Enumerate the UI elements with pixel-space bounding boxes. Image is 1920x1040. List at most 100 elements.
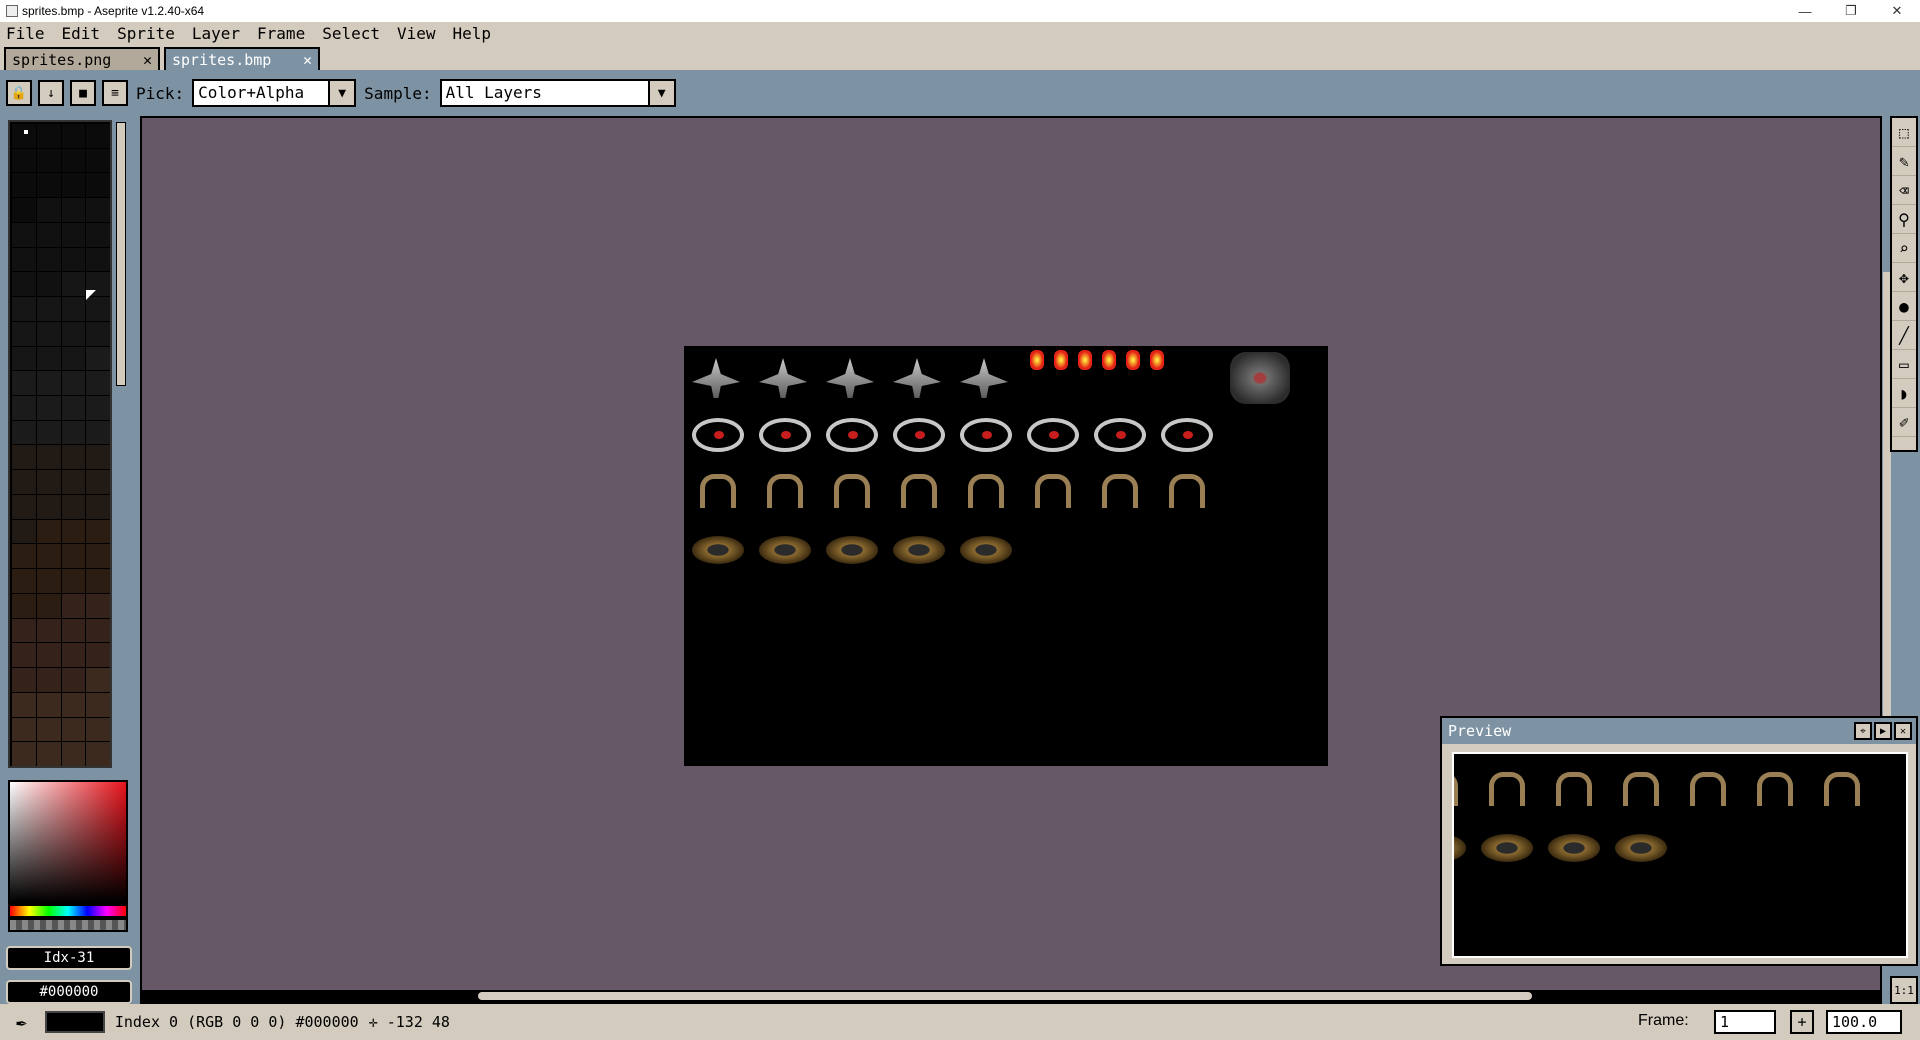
zoom-icon[interactable]: ⌕ — [1892, 234, 1916, 263]
pencil-icon[interactable]: ✎ — [1892, 147, 1916, 176]
menu-sprite[interactable]: Sprite — [117, 24, 175, 43]
menu-view[interactable]: View — [397, 24, 436, 43]
palette-swatch[interactable] — [61, 321, 86, 346]
palette-panel[interactable] — [8, 120, 112, 768]
palette-swatch[interactable] — [86, 692, 110, 717]
palette-swatch[interactable] — [86, 593, 110, 618]
palette-swatch[interactable] — [86, 618, 110, 643]
palette-swatch[interactable] — [36, 371, 61, 395]
palette-swatch[interactable] — [36, 247, 61, 272]
tab-close-icon[interactable]: ✕ — [143, 51, 152, 69]
palette-swatch[interactable] — [36, 272, 61, 297]
palette-swatch[interactable] — [86, 519, 110, 544]
palette-swatch[interactable] — [86, 420, 110, 445]
palette-swatch[interactable] — [61, 519, 86, 544]
palette-swatch[interactable] — [12, 395, 36, 420]
palette-swatch[interactable] — [61, 148, 86, 173]
square-icon[interactable]: ■ — [70, 80, 96, 106]
color-spectrum[interactable] — [8, 780, 128, 904]
palette-swatch[interactable] — [12, 148, 36, 173]
alpha-slider[interactable] — [8, 918, 128, 932]
chevron-down-icon[interactable]: ▼ — [328, 81, 355, 105]
palette-swatch[interactable] — [86, 247, 110, 272]
add-frame-button[interactable]: + — [1790, 1010, 1814, 1034]
eyedropper-icon[interactable]: ⚲ — [1892, 205, 1916, 234]
maximize-button[interactable]: ❐ — [1828, 0, 1874, 22]
palette-swatch[interactable] — [86, 544, 110, 569]
palette-swatch[interactable] — [61, 494, 86, 519]
palette-swatch[interactable] — [36, 445, 61, 470]
palette-swatch[interactable] — [61, 742, 86, 766]
palette-swatch[interactable] — [86, 717, 110, 742]
palette-swatch[interactable] — [61, 371, 86, 395]
palette-swatch[interactable] — [36, 420, 61, 445]
palette-swatch[interactable] — [12, 470, 36, 494]
palette-grid[interactable] — [12, 124, 110, 766]
menu-help[interactable]: Help — [453, 24, 492, 43]
menu-layer[interactable]: Layer — [192, 24, 240, 43]
center-icon[interactable]: ⌖ — [1854, 722, 1872, 740]
tab-close-icon[interactable]: ✕ — [303, 51, 312, 69]
menu-file[interactable]: File — [6, 24, 45, 43]
palette-swatch[interactable] — [12, 420, 36, 445]
sample-dropdown[interactable]: All Layers ▼ — [439, 79, 676, 107]
palette-swatch[interactable] — [86, 346, 110, 371]
palette-swatch[interactable] — [36, 668, 61, 692]
palette-swatch[interactable] — [36, 124, 61, 148]
palette-swatch[interactable] — [86, 395, 110, 420]
menu-edit[interactable]: Edit — [62, 24, 101, 43]
tab-sprites-png[interactable]: sprites.png ✕ — [4, 47, 160, 70]
palette-swatch[interactable] — [36, 643, 61, 668]
preview-header[interactable]: Preview ⌖ ▶ ✕ — [1442, 718, 1916, 744]
zoom-input[interactable]: 100.0 — [1826, 1010, 1902, 1034]
editor-horizontal-scrollbar[interactable] — [140, 990, 1882, 1002]
minimize-button[interactable]: — — [1782, 0, 1828, 22]
palette-swatch[interactable] — [36, 173, 61, 198]
lock-icon[interactable]: 🔒 — [6, 80, 32, 106]
current-color-swatch[interactable] — [44, 1011, 105, 1033]
palette-swatch[interactable] — [36, 470, 61, 494]
palette-swatch[interactable] — [86, 173, 110, 198]
palette-swatch[interactable] — [12, 618, 36, 643]
palette-swatch[interactable] — [12, 445, 36, 470]
palette-swatch[interactable] — [36, 297, 61, 321]
palette-swatch[interactable] — [36, 148, 61, 173]
preview-viewport[interactable] — [1452, 752, 1908, 958]
scrollbar-thumb[interactable] — [478, 992, 1532, 1000]
palette-swatch[interactable] — [61, 544, 86, 569]
palette-swatch[interactable] — [61, 643, 86, 668]
palette-swatch[interactable] — [12, 494, 36, 519]
palette-swatch[interactable] — [36, 519, 61, 544]
palette-swatch[interactable] — [12, 668, 36, 692]
palette-swatch[interactable] — [86, 297, 110, 321]
palette-swatch[interactable] — [36, 618, 61, 643]
palette-swatch[interactable] — [36, 222, 61, 247]
palette-swatch[interactable] — [61, 395, 86, 420]
palette-swatch[interactable] — [86, 124, 110, 148]
color-hex-field[interactable]: #000000 — [6, 980, 132, 1004]
line-icon[interactable]: ╱ — [1892, 321, 1916, 350]
palette-swatch[interactable] — [61, 247, 86, 272]
palette-swatch[interactable] — [61, 692, 86, 717]
rectangle-icon[interactable]: ▭ — [1892, 350, 1916, 379]
palette-swatch[interactable] — [86, 742, 110, 766]
palette-swatch[interactable] — [86, 470, 110, 494]
palette-swatch[interactable] — [36, 742, 61, 766]
palette-swatch[interactable] — [86, 668, 110, 692]
palette-swatch[interactable] — [61, 717, 86, 742]
palette-swatch[interactable] — [61, 470, 86, 494]
palette-swatch[interactable] — [36, 569, 61, 593]
palette-swatch[interactable] — [86, 198, 110, 222]
palette-swatch[interactable] — [36, 593, 61, 618]
palette-swatch[interactable] — [12, 544, 36, 569]
palette-swatch[interactable] — [61, 445, 86, 470]
palette-swatch[interactable] — [36, 395, 61, 420]
palette-swatch[interactable] — [12, 222, 36, 247]
preview-window[interactable]: Preview ⌖ ▶ ✕ — [1440, 716, 1918, 966]
play-icon[interactable]: ▶ — [1874, 722, 1892, 740]
palette-swatch[interactable] — [36, 198, 61, 222]
tab-sprites-bmp[interactable]: sprites.bmp ✕ — [164, 47, 320, 70]
move-icon[interactable]: ✥ — [1892, 263, 1916, 292]
palette-swatch[interactable] — [86, 321, 110, 346]
palette-swatch[interactable] — [36, 717, 61, 742]
